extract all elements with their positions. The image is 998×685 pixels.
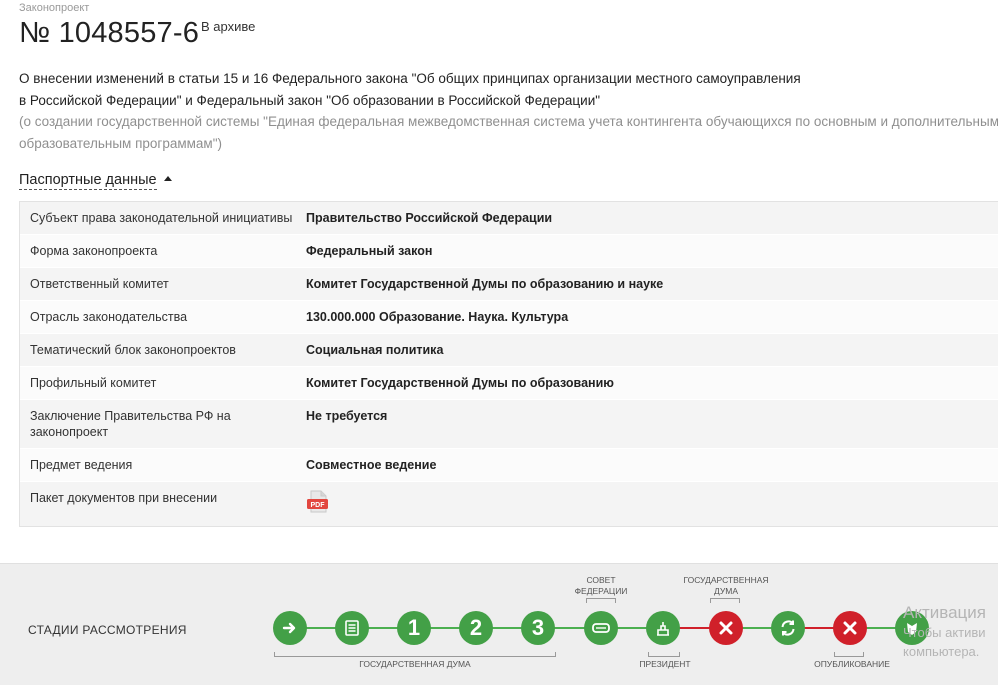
stage-introduced[interactable] — [273, 611, 307, 645]
row-label: Форма законопроекта — [30, 244, 158, 258]
pdf-icon-label: PDF — [311, 502, 326, 509]
bracket — [586, 598, 616, 603]
passport-table: Субъект права законодательной инициативы… — [19, 201, 998, 527]
bracket — [710, 598, 740, 603]
refresh-icon — [781, 620, 795, 636]
row-label: Профильный комитет — [30, 376, 157, 390]
row-label: Тематический блок законопроектов — [30, 343, 236, 357]
bill-subtitle: (о создании государственной системы "Еди… — [19, 111, 998, 155]
council-icon — [592, 623, 610, 633]
stage-reading-2[interactable]: 2 — [459, 611, 493, 645]
bracket — [274, 652, 556, 657]
row-value: Комитет Государственной Думы по образова… — [306, 376, 614, 390]
row-value: Социальная политика — [306, 343, 444, 357]
row-value: Правительство Российской Федерации — [306, 211, 553, 225]
row-label: Ответственный комитет — [30, 277, 169, 291]
caption-duma-top: ГОСУДАРСТВЕННАЯ ДУМА — [683, 575, 769, 596]
breadcrumb: Законопроект — [19, 2, 90, 14]
bracket — [648, 652, 680, 657]
document-list-icon — [345, 620, 359, 636]
stage-reconsideration[interactable] — [771, 611, 805, 645]
bill-title-line: в Российской Федерации" и Федеральный за… — [19, 93, 601, 108]
stage-preliminary[interactable] — [335, 611, 369, 645]
watermark-line: компьютера. — [903, 644, 980, 659]
stages-label: СТАДИИ РАССМОТРЕНИЯ — [28, 623, 187, 637]
bill-title-line: О внесении изменений в статьи 15 и 16 Фе… — [19, 71, 801, 86]
caption-published: ОПУБЛИКОВАНИЕ — [814, 659, 890, 669]
stage-reading-1[interactable]: 1 — [397, 611, 431, 645]
row-label: Предмет ведения — [30, 458, 133, 472]
bill-status-badge: В архиве — [201, 19, 256, 34]
stage-publication-rejected[interactable] — [833, 611, 867, 645]
bill-subtitle-line: (о создании государственной системы "Еди… — [19, 114, 998, 129]
kremlin-icon — [657, 622, 669, 636]
row-value: PDF — [306, 490, 328, 518]
row-value: Совместное ведение — [306, 458, 437, 472]
row-label: Заключение Правительства РФ на законопро… — [30, 409, 231, 439]
arrow-right-icon — [282, 622, 296, 634]
row-value: 130.000.000 Образование. Наука. Культура — [306, 310, 569, 324]
caret-up-icon — [163, 176, 172, 181]
table-row: Профильный комитет Комитет Государственн… — [20, 367, 998, 400]
passport-toggle[interactable]: Паспортные данные — [19, 172, 172, 190]
row-label: Пакет документов при внесении — [30, 491, 218, 505]
stages-panel: СТАДИИ РАССМОТРЕНИЯ СОВЕТ ФЕДЕРАЦИИ ГОСУ… — [0, 563, 998, 685]
table-row: Отрасль законодательства 130.000.000 Обр… — [20, 301, 998, 334]
stage-federation-council[interactable] — [584, 611, 618, 645]
row-value: Федеральный закон — [306, 244, 433, 258]
close-icon — [719, 621, 733, 635]
row-label: Отрасль законодательства — [30, 310, 188, 324]
stage-duma-rejected[interactable] — [709, 611, 743, 645]
pdf-download-icon[interactable]: PDF — [306, 490, 328, 514]
bill-subtitle-line: образовательным программам") — [19, 136, 222, 151]
row-value: Не требуется — [306, 409, 388, 423]
table-row: Тематический блок законопроектов Социаль… — [20, 334, 998, 367]
table-row: Ответственный комитет Комитет Государств… — [20, 268, 998, 301]
watermark-line: Активация — [903, 603, 986, 622]
activation-watermark: Активация Чтобы активи компьютера. — [903, 603, 986, 661]
table-row: Субъект права законодательной инициативы… — [20, 202, 998, 235]
bill-number: № 1048557-6 — [19, 17, 200, 49]
table-row: Пакет документов при внесении PDF — [20, 482, 998, 526]
table-row: Форма законопроекта Федеральный закон — [20, 235, 998, 268]
caption-council: СОВЕТ ФЕДЕРАЦИИ — [574, 575, 628, 596]
row-value: Комитет Государственной Думы по образова… — [306, 277, 664, 291]
watermark-line: Чтобы активи — [903, 625, 986, 640]
table-row: Заключение Правительства РФ на законопро… — [20, 400, 998, 449]
table-row: Предмет ведения Совместное ведение — [20, 449, 998, 482]
passport-toggle-label: Паспортные данные — [19, 172, 157, 190]
bill-title: О внесении изменений в статьи 15 и 16 Фе… — [19, 68, 919, 112]
stage-reading-3[interactable]: 3 — [521, 611, 555, 645]
stage-president[interactable] — [646, 611, 680, 645]
caption-duma-bottom: ГОСУДАРСТВЕННАЯ ДУМА — [359, 659, 471, 669]
row-label: Субъект права законодательной инициативы — [30, 211, 293, 225]
bracket — [834, 652, 864, 657]
caption-president: ПРЕЗИДЕНТ — [639, 659, 691, 669]
close-icon — [843, 621, 857, 635]
